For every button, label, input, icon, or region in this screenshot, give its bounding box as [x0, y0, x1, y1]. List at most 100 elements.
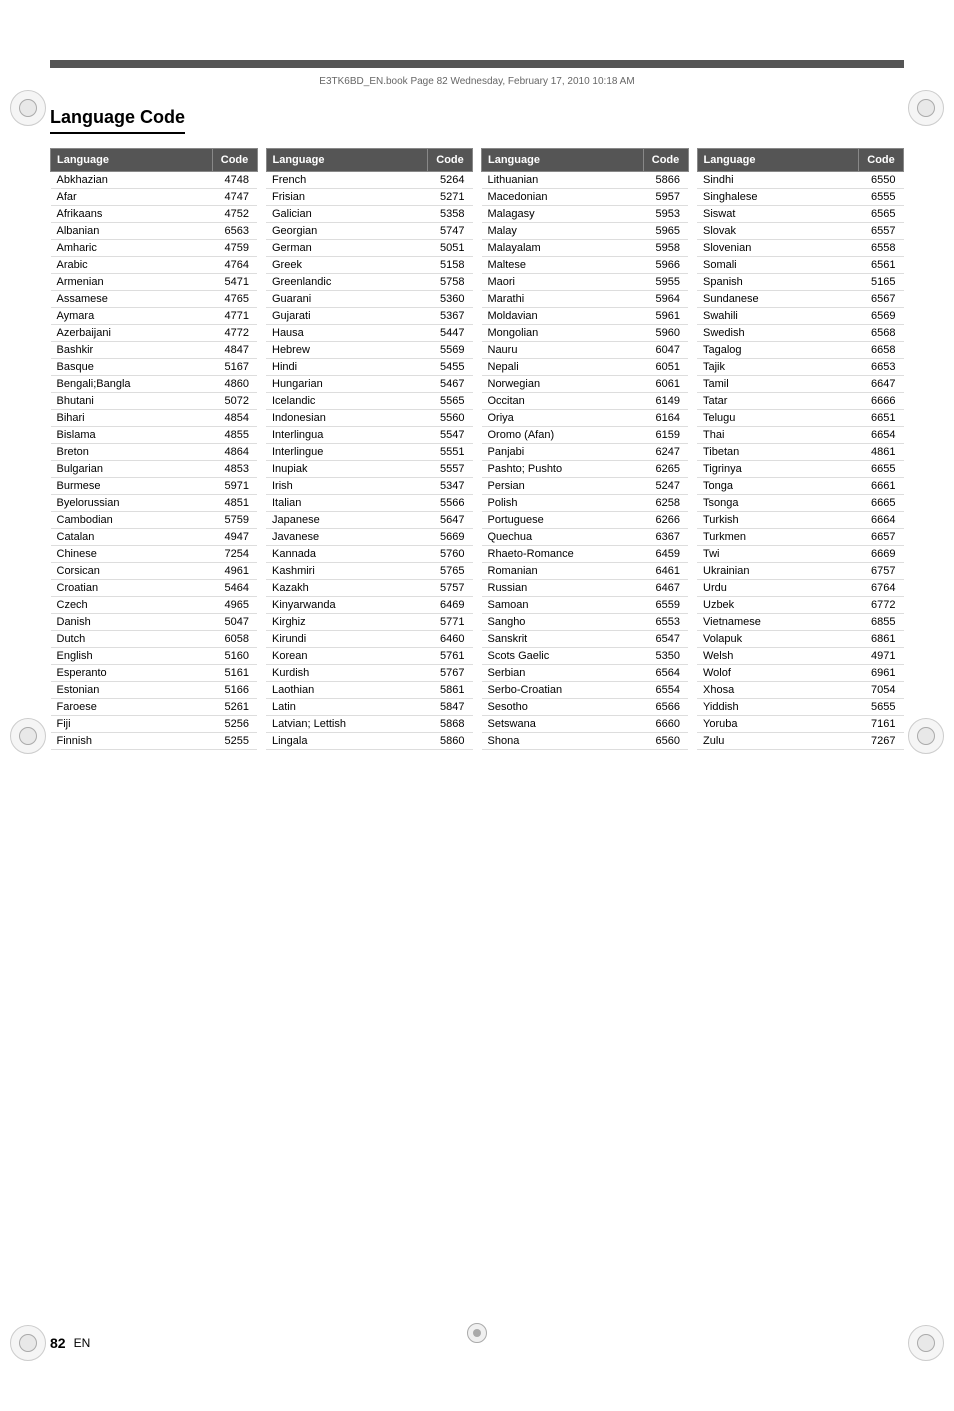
- language-name: Malayalam: [482, 240, 644, 257]
- language-code: 6460: [428, 631, 473, 648]
- language-code: 6563: [212, 223, 257, 240]
- table-row: Twi6669: [697, 546, 904, 563]
- language-code: 6560: [643, 733, 688, 750]
- table-row: Serbo-Croatian6554: [482, 682, 689, 699]
- language-code: 7254: [212, 546, 257, 563]
- language-name: Catalan: [51, 529, 213, 546]
- table-row: Tajik6653: [697, 359, 904, 376]
- language-code: 6772: [859, 597, 904, 614]
- table-row: Serbian6564: [482, 665, 689, 682]
- language-code: 5860: [428, 733, 473, 750]
- table-row: Malay5965: [482, 223, 689, 240]
- language-name: Yoruba: [697, 716, 859, 733]
- table-row: Russian6467: [482, 580, 689, 597]
- language-name: Tsonga: [697, 495, 859, 512]
- table-row: Arabic4764: [51, 257, 258, 274]
- language-name: Kashmiri: [266, 563, 428, 580]
- language-code: 5771: [428, 614, 473, 631]
- table-row: Thai6654: [697, 427, 904, 444]
- language-name: Oriya: [482, 410, 644, 427]
- table-row: Zulu7267: [697, 733, 904, 750]
- table-row: Nepali6051: [482, 359, 689, 376]
- table-row: Italian5566: [266, 495, 473, 512]
- language-code: 4771: [212, 308, 257, 325]
- language-code: 4765: [212, 291, 257, 308]
- language-code: 4861: [859, 444, 904, 461]
- main-content: Language Code Language Code Abkhazian474…: [50, 107, 904, 750]
- language-name: Afar: [51, 189, 213, 206]
- language-name: Chinese: [51, 546, 213, 563]
- language-name: Faroese: [51, 699, 213, 716]
- language-code: 5271: [428, 189, 473, 206]
- language-code: 5757: [428, 580, 473, 597]
- language-code: 5350: [643, 648, 688, 665]
- language-name: Vietnamese: [697, 614, 859, 631]
- table-row: Oriya6164: [482, 410, 689, 427]
- language-table-2: Language Code French5264Frisian5271Galic…: [266, 148, 474, 750]
- table-row: Bihari4854: [51, 410, 258, 427]
- language-name: Oromo (Afan): [482, 427, 644, 444]
- language-name: Basque: [51, 359, 213, 376]
- language-code: 6266: [643, 512, 688, 529]
- language-name: Kirghiz: [266, 614, 428, 631]
- language-name: Siswat: [697, 206, 859, 223]
- language-code: 5557: [428, 461, 473, 478]
- table-row: Kirundi6460: [266, 631, 473, 648]
- table-row: Burmese5971: [51, 478, 258, 495]
- language-name: Assamese: [51, 291, 213, 308]
- language-name: Macedonian: [482, 189, 644, 206]
- language-name: Nauru: [482, 342, 644, 359]
- table1-lang-header: Language: [51, 149, 213, 172]
- language-name: Twi: [697, 546, 859, 563]
- language-code: 6554: [643, 682, 688, 699]
- table-row: Aymara4771: [51, 308, 258, 325]
- language-code: 7267: [859, 733, 904, 750]
- table-row: Occitan6149: [482, 393, 689, 410]
- language-name: Somali: [697, 257, 859, 274]
- language-code: 6661: [859, 478, 904, 495]
- table-row: Kazakh5757: [266, 580, 473, 597]
- table-row: Bhutani5072: [51, 393, 258, 410]
- language-name: Thai: [697, 427, 859, 444]
- language-code: 6660: [643, 716, 688, 733]
- language-name: Burmese: [51, 478, 213, 495]
- table-row: Wolof6961: [697, 665, 904, 682]
- language-code: 6553: [643, 614, 688, 631]
- table-row: Urdu6764: [697, 580, 904, 597]
- language-code: 5464: [212, 580, 257, 597]
- language-code: 5965: [643, 223, 688, 240]
- table-row: Mongolian5960: [482, 325, 689, 342]
- table-row: Sanskrit6547: [482, 631, 689, 648]
- language-code: 5765: [428, 563, 473, 580]
- table-row: Latin5847: [266, 699, 473, 716]
- table-row: Xhosa7054: [697, 682, 904, 699]
- language-code: 6547: [643, 631, 688, 648]
- top-bar: [50, 60, 904, 68]
- language-code: 5547: [428, 427, 473, 444]
- table-row: Rhaeto-Romance6459: [482, 546, 689, 563]
- language-name: Samoan: [482, 597, 644, 614]
- table-row: Armenian5471: [51, 274, 258, 291]
- table-row: Romanian6461: [482, 563, 689, 580]
- language-code: 6564: [643, 665, 688, 682]
- language-name: German: [266, 240, 428, 257]
- language-name: Setswana: [482, 716, 644, 733]
- table-row: Afrikaans4752: [51, 206, 258, 223]
- language-code: 5167: [212, 359, 257, 376]
- language-code: 6559: [643, 597, 688, 614]
- table-row: Chinese7254: [51, 546, 258, 563]
- table-row: Lithuanian5866: [482, 172, 689, 189]
- language-name: Polish: [482, 495, 644, 512]
- table-row: Shona6560: [482, 733, 689, 750]
- language-code: 5160: [212, 648, 257, 665]
- language-code: 6164: [643, 410, 688, 427]
- page: E3TK6BD_EN.book Page 82 Wednesday, Febru…: [0, 60, 954, 1411]
- bottom-decoration: [467, 1323, 487, 1343]
- header-text: E3TK6BD_EN.book Page 82 Wednesday, Febru…: [50, 68, 904, 87]
- language-code: 5953: [643, 206, 688, 223]
- table-row: Afar4747: [51, 189, 258, 206]
- language-code: 4947: [212, 529, 257, 546]
- language-code: 5255: [212, 733, 257, 750]
- language-code: 5758: [428, 274, 473, 291]
- table-row: Irish5347: [266, 478, 473, 495]
